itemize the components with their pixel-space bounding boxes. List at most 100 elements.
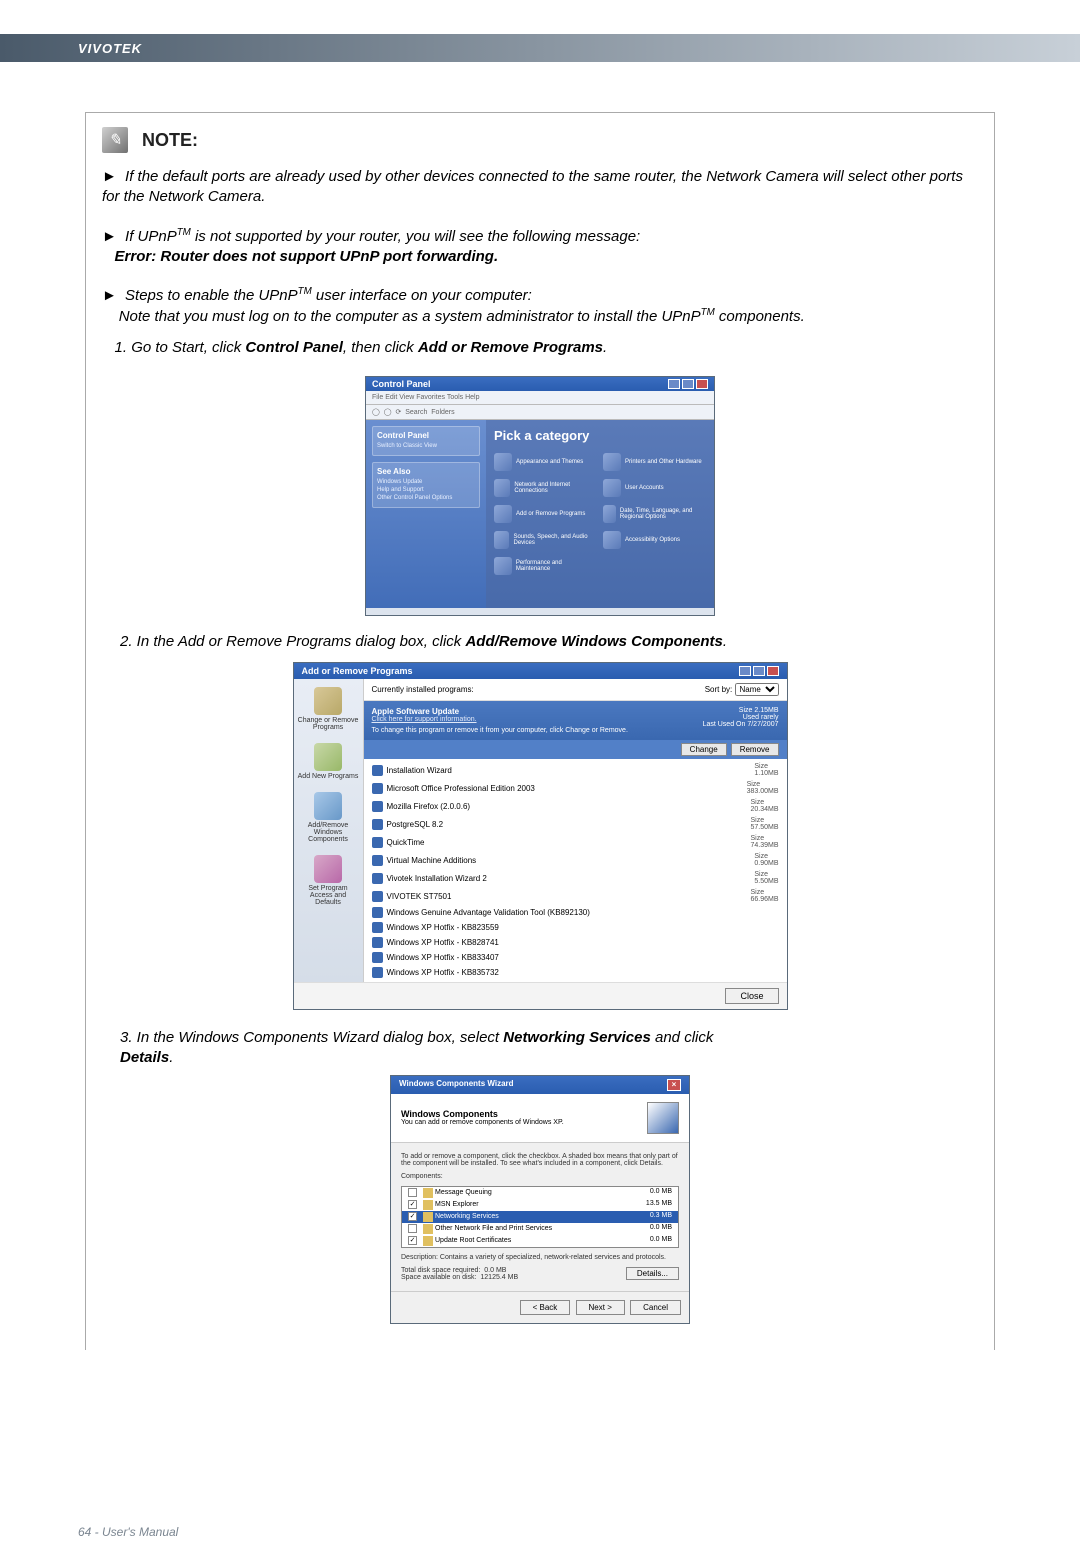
component-row[interactable]: ✓MSN Explorer13.5 MB: [402, 1199, 678, 1211]
step-bold: Networking Services: [503, 1029, 651, 1046]
cp-cat-label: Date, Time, Language, and Regional Optio…: [620, 508, 706, 520]
cp-category[interactable]: Network and Internet Connections: [494, 479, 597, 497]
arp-row[interactable]: Microsoft Office Professional Edition 20…: [372, 779, 779, 797]
program-name: Virtual Machine Additions: [387, 856, 477, 865]
cp-category[interactable]: Appearance and Themes: [494, 453, 597, 471]
cp-cat-label: User Accounts: [625, 485, 664, 491]
program-name: Windows XP Hotfix - KB823559: [387, 923, 499, 932]
wiz-heading: Windows Components: [401, 1109, 564, 1119]
arp-row[interactable]: Windows XP Hotfix - KB833407: [372, 950, 779, 965]
close-button[interactable]: Close: [725, 988, 778, 1004]
component-size: 0.3 MB: [650, 1212, 672, 1222]
arp-selected-row[interactable]: Size 2.15MB Used rarely Last Used On 7/2…: [364, 701, 787, 740]
program-name: VIVOTEK ST7501: [387, 892, 452, 901]
cp-cat-label: Sounds, Speech, and Audio Devices: [513, 534, 597, 546]
box-icon: [314, 687, 342, 715]
program-icon: [372, 783, 383, 794]
minimize-icon[interactable]: [668, 379, 680, 389]
cp-menubar: File Edit View Favorites Tools Help: [366, 391, 714, 405]
cancel-button[interactable]: Cancel: [630, 1300, 681, 1315]
used-label: Used: [743, 714, 759, 721]
change-button[interactable]: Change: [681, 743, 727, 756]
close-icon[interactable]: [767, 666, 779, 676]
arp-row[interactable]: PostgreSQL 8.2Size 57.50MB: [372, 815, 779, 833]
arp-side-label: Change or Remove Programs: [298, 717, 359, 731]
tm-sup: TM: [701, 307, 715, 318]
minimize-icon[interactable]: [739, 666, 751, 676]
cp-category[interactable]: Accessibility Options: [603, 531, 706, 549]
checkbox[interactable]: ✓: [408, 1200, 417, 1209]
cp-cat-label: Network and Internet Connections: [514, 482, 597, 494]
close-icon[interactable]: [696, 379, 708, 389]
lastused-val: 7/27/2007: [747, 721, 778, 728]
component-row[interactable]: Other Network File and Print Services0.0…: [402, 1223, 678, 1235]
arp-row[interactable]: Windows XP Hotfix - KB828741: [372, 935, 779, 950]
category-icon: [603, 453, 621, 471]
arp-side-item[interactable]: Set Program Access and Defaults: [298, 855, 359, 906]
component-name: Other Network File and Print Services: [435, 1225, 552, 1232]
arp-top-label: Currently installed programs:: [372, 685, 474, 694]
arp-side-item[interactable]: Add New Programs: [298, 743, 359, 780]
program-icon: [372, 855, 383, 866]
cp-side-link[interactable]: Switch to Classic View: [377, 443, 475, 449]
note-item-2: ► If UPnPTM is not supported by your rou…: [102, 226, 978, 268]
component-row[interactable]: ✓Update Root Certificates0.0 MB: [402, 1235, 678, 1247]
checkbox[interactable]: [408, 1188, 417, 1197]
folder-icon: [423, 1200, 433, 1210]
close-icon[interactable]: ×: [667, 1079, 681, 1091]
cp-category[interactable]: Add or Remove Programs: [494, 505, 597, 523]
desc-label: Description:: [401, 1254, 438, 1261]
maximize-icon[interactable]: [753, 666, 765, 676]
component-size: 13.5 MB: [646, 1200, 672, 1210]
folder-icon: [423, 1212, 433, 1222]
category-icon: [494, 557, 512, 575]
checkbox[interactable]: ✓: [408, 1212, 417, 1221]
cp-category[interactable]: Sounds, Speech, and Audio Devices: [494, 531, 597, 549]
remove-button[interactable]: Remove: [731, 743, 779, 756]
arp-side-item[interactable]: Add/Remove Windows Components: [298, 792, 359, 843]
note-frag: Steps to enable the UPnP: [125, 287, 298, 304]
back-button[interactable]: < Back: [520, 1300, 571, 1315]
checkbox[interactable]: ✓: [408, 1236, 417, 1245]
arp-row[interactable]: VIVOTEK ST7501Size 66.96MB: [372, 887, 779, 905]
arp-row[interactable]: QuickTimeSize 74.39MB: [372, 833, 779, 851]
sort-select[interactable]: Name: [735, 683, 779, 696]
cp-category[interactable]: Printers and Other Hardware: [603, 453, 706, 471]
category-icon: [494, 453, 512, 471]
cp-side-link[interactable]: Help and Support: [377, 487, 475, 493]
program-size: Size 5.50MB: [754, 871, 778, 885]
arp-row[interactable]: Windows XP Hotfix - KB823559: [372, 920, 779, 935]
maximize-icon[interactable]: [682, 379, 694, 389]
arp-row[interactable]: Virtual Machine AdditionsSize 0.90MB: [372, 851, 779, 869]
arp-row[interactable]: Mozilla Firefox (2.0.0.6)Size 20.34MB: [372, 797, 779, 815]
folder-icon: [423, 1236, 433, 1246]
details-button[interactable]: Details...: [626, 1267, 679, 1280]
computer-icon: [647, 1102, 679, 1134]
arp-row[interactable]: Windows XP Hotfix - KB835732: [372, 965, 779, 980]
arp-row[interactable]: Windows Genuine Advantage Validation Too…: [372, 905, 779, 920]
arp-row[interactable]: Vivotek Installation Wizard 2Size 5.50MB: [372, 869, 779, 887]
program-icon: [372, 837, 383, 848]
desc-row: Description: Contains a variety of speci…: [401, 1254, 679, 1261]
component-row-selected[interactable]: ✓Networking Services0.3 MB: [402, 1211, 678, 1223]
window-buttons: [668, 379, 708, 389]
size-val: 2.15MB: [754, 707, 778, 714]
arp-side-item[interactable]: Change or Remove Programs: [298, 687, 359, 731]
category-icon: [603, 505, 616, 523]
arp-row[interactable]: Installation WizardSize 1.10MB: [372, 761, 779, 779]
step-frag: .: [603, 339, 607, 356]
next-button[interactable]: Next >: [576, 1300, 625, 1315]
sort-label: Sort by:: [705, 685, 733, 694]
cp-category[interactable]: User Accounts: [603, 479, 706, 497]
component-row[interactable]: Message Queuing0.0 MB: [402, 1187, 678, 1199]
cp-side-link[interactable]: Windows Update: [377, 479, 475, 485]
used-val: rarely: [761, 714, 779, 721]
page-content: ✎ NOTE: ► If the default ports are alrea…: [0, 62, 1080, 1350]
cp-cat-label: Performance and Maintenance: [516, 560, 597, 572]
cp-category[interactable]: Date, Time, Language, and Regional Optio…: [603, 505, 706, 523]
cp-category[interactable]: Performance and Maintenance: [494, 557, 597, 575]
cp-side-link[interactable]: Other Control Panel Options: [377, 495, 475, 501]
checkbox[interactable]: [408, 1224, 417, 1233]
lastused-label: Last Used On: [703, 721, 746, 728]
cp-titlebar: Control Panel: [366, 377, 714, 391]
